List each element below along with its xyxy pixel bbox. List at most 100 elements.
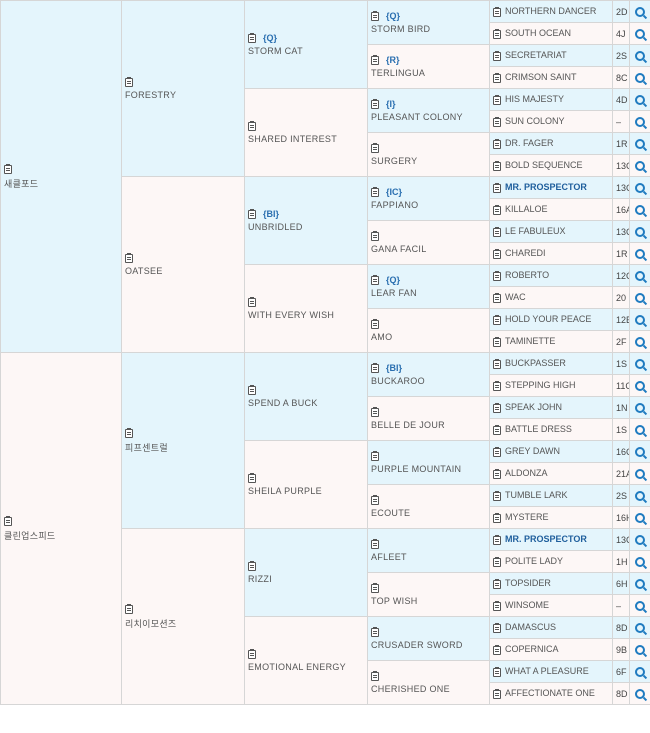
magnifier-icon[interactable] [635, 402, 645, 413]
magnifier-icon[interactable] [635, 204, 645, 215]
magnifier-icon[interactable] [635, 292, 645, 303]
horse-name[interactable]: TUMBLE LARK [505, 490, 568, 500]
magnifier-icon[interactable] [635, 358, 645, 369]
clipboard-icon[interactable] [4, 515, 12, 526]
horse-name[interactable]: SPEND A BUCK [248, 398, 364, 408]
clipboard-icon[interactable] [248, 473, 256, 484]
horse-name[interactable]: STORM BIRD [371, 24, 486, 34]
horse-name[interactable]: HIS MAJESTY [505, 94, 564, 104]
clipboard-icon[interactable] [248, 209, 256, 220]
magnifier-icon[interactable] [635, 336, 645, 347]
clipboard-icon[interactable] [493, 50, 501, 61]
clipboard-icon[interactable] [493, 578, 501, 589]
clipboard-icon[interactable] [493, 226, 501, 237]
horse-name[interactable]: PLEASANT COLONY [371, 112, 486, 122]
horse-name[interactable]: WITH EVERY WISH [248, 310, 364, 320]
horse-name[interactable]: POLITE LADY [505, 556, 563, 566]
clipboard-icon[interactable] [493, 644, 501, 655]
magnifier-icon[interactable] [635, 446, 645, 457]
magnifier-icon[interactable] [635, 622, 645, 633]
clipboard-icon[interactable] [125, 77, 133, 88]
magnifier-icon[interactable] [635, 512, 645, 523]
magnifier-icon[interactable] [635, 644, 645, 655]
clipboard-icon[interactable] [371, 539, 379, 550]
horse-name[interactable]: SUN COLONY [505, 116, 565, 126]
clipboard-icon[interactable] [493, 490, 501, 501]
horse-name[interactable]: OATSEE [125, 266, 241, 276]
horse-name[interactable]: BELLE DE JOUR [371, 420, 486, 430]
horse-name[interactable]: DR. FAGER [505, 138, 554, 148]
clipboard-icon[interactable] [493, 314, 501, 325]
magnifier-icon[interactable] [635, 138, 645, 149]
clipboard-icon[interactable] [493, 534, 501, 545]
clipboard-icon[interactable] [493, 666, 501, 677]
clipboard-icon[interactable] [125, 603, 133, 614]
clipboard-icon[interactable] [493, 6, 501, 17]
clipboard-icon[interactable] [493, 512, 501, 523]
magnifier-icon[interactable] [635, 226, 645, 237]
magnifier-icon[interactable] [635, 116, 645, 127]
horse-name[interactable]: PURPLE MOUNTAIN [371, 464, 486, 474]
horse-name[interactable]: SECRETARIAT [505, 50, 567, 60]
horse-name[interactable]: TOPSIDER [505, 578, 551, 588]
clipboard-icon[interactable] [248, 121, 256, 132]
horse-name[interactable]: ALDONZA [505, 468, 548, 478]
clipboard-icon[interactable] [371, 11, 379, 22]
clipboard-icon[interactable] [371, 275, 379, 286]
magnifier-icon[interactable] [635, 94, 645, 105]
horse-name[interactable]: CRIMSON SAINT [505, 72, 577, 82]
horse-name[interactable]: AMO [371, 332, 486, 342]
clipboard-icon[interactable] [248, 385, 256, 396]
clipboard-icon[interactable] [248, 561, 256, 572]
horse-name[interactable]: LEAR FAN [371, 288, 486, 298]
horse-name[interactable]: MR. PROSPECTOR [505, 534, 587, 544]
clipboard-icon[interactable] [371, 627, 379, 638]
magnifier-icon[interactable] [635, 578, 645, 589]
horse-name[interactable]: GREY DAWN [505, 446, 560, 456]
clipboard-icon[interactable] [371, 671, 379, 682]
horse-name[interactable]: WINSOME [505, 600, 549, 610]
horse-name[interactable]: CHAREDI [505, 248, 546, 258]
clipboard-icon[interactable] [371, 495, 379, 506]
clipboard-icon[interactable] [493, 116, 501, 127]
horse-name[interactable]: TERLINGUA [371, 68, 486, 78]
horse-name[interactable]: DAMASCUS [505, 622, 556, 632]
magnifier-icon[interactable] [635, 72, 645, 83]
clipboard-icon[interactable] [371, 319, 379, 330]
clipboard-icon[interactable] [371, 583, 379, 594]
horse-name[interactable]: HOLD YOUR PEACE [505, 314, 591, 324]
clipboard-icon[interactable] [493, 336, 501, 347]
magnifier-icon[interactable] [635, 28, 645, 39]
magnifier-icon[interactable] [635, 50, 645, 61]
magnifier-icon[interactable] [635, 688, 645, 699]
magnifier-icon[interactable] [635, 600, 645, 611]
clipboard-icon[interactable] [248, 649, 256, 660]
clipboard-icon[interactable] [371, 143, 379, 154]
clipboard-icon[interactable] [493, 402, 501, 413]
clipboard-icon[interactable] [4, 163, 12, 174]
magnifier-icon[interactable] [635, 248, 645, 259]
horse-name[interactable]: AFFECTIONATE ONE [505, 688, 595, 698]
clipboard-icon[interactable] [371, 407, 379, 418]
horse-name[interactable]: TOP WISH [371, 596, 486, 606]
horse-name[interactable]: 새클포드 [4, 177, 118, 190]
magnifier-icon[interactable] [635, 424, 645, 435]
horse-name[interactable]: BATTLE DRESS [505, 424, 572, 434]
clipboard-icon[interactable] [493, 600, 501, 611]
magnifier-icon[interactable] [635, 490, 645, 501]
magnifier-icon[interactable] [635, 182, 645, 193]
magnifier-icon[interactable] [635, 6, 645, 17]
clipboard-icon[interactable] [493, 688, 501, 699]
horse-name[interactable]: SHARED INTEREST [248, 134, 364, 144]
horse-name[interactable]: SOUTH OCEAN [505, 28, 571, 38]
clipboard-icon[interactable] [493, 424, 501, 435]
clipboard-icon[interactable] [493, 160, 501, 171]
clipboard-icon[interactable] [493, 622, 501, 633]
horse-name[interactable]: ECOUTE [371, 508, 486, 518]
clipboard-icon[interactable] [248, 33, 256, 44]
magnifier-icon[interactable] [635, 556, 645, 567]
horse-name[interactable]: CRUSADER SWORD [371, 640, 486, 650]
horse-name[interactable]: SHEILA PURPLE [248, 486, 364, 496]
clipboard-icon[interactable] [371, 55, 379, 66]
horse-name[interactable]: MYSTERE [505, 512, 549, 522]
